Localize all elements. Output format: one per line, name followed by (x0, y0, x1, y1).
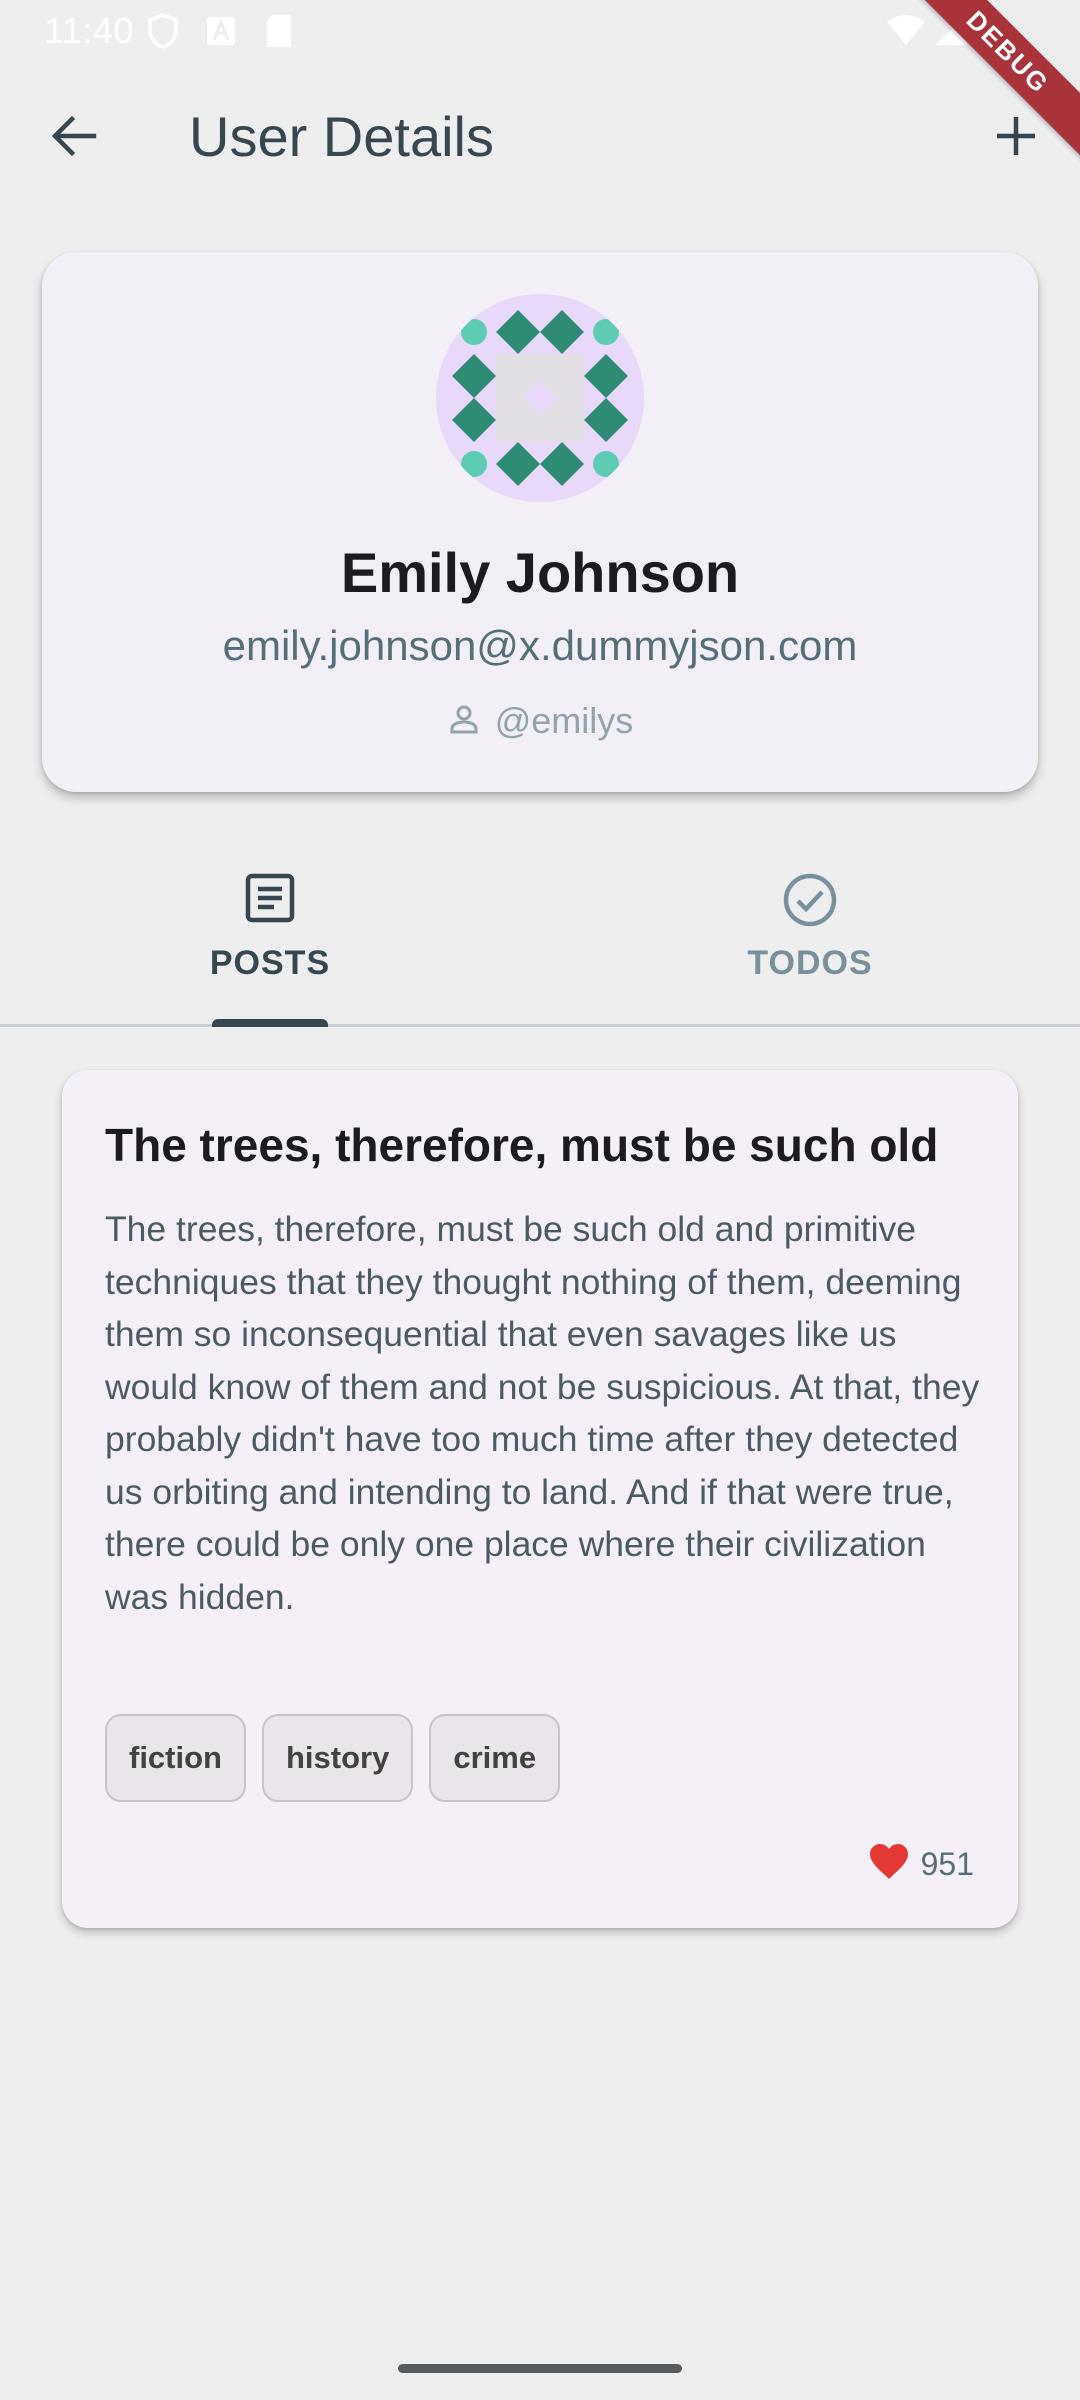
article-icon (244, 872, 296, 929)
back-button[interactable] (36, 100, 112, 176)
a-icon (206, 16, 236, 51)
likes-row: 951 (869, 1844, 974, 1885)
plus-icon (996, 116, 1036, 161)
status-time: 11:40 (44, 10, 134, 51)
tab-indicator (212, 1019, 328, 1027)
user-email: emily.johnson@x.dummyjson.com (222, 622, 858, 669)
tab-divider (0, 1024, 1080, 1027)
tab-posts-label: POSTS (209, 944, 331, 982)
tab-todos-label: TODOS (747, 944, 873, 982)
tag-chip[interactable]: fiction (105, 1714, 246, 1802)
tag-chip[interactable]: crime (429, 1714, 561, 1802)
tab-todos[interactable]: TODOS (540, 860, 1080, 1020)
tag-chip[interactable]: history (262, 1714, 414, 1802)
tags-row: fiction history crime (105, 1714, 561, 1802)
check-circle-icon (782, 872, 838, 933)
shield-icon (146, 12, 180, 55)
home-indicator[interactable] (398, 2364, 682, 2373)
sd-card-icon (264, 14, 294, 53)
add-button[interactable] (978, 100, 1054, 176)
post-title: The trees, therefore, must be such old (105, 1119, 939, 1171)
avatar (436, 294, 644, 502)
heart-icon (869, 1844, 909, 1885)
page-title: User Details (189, 105, 494, 168)
username: @emilys (494, 700, 634, 741)
wifi-icon (886, 14, 926, 51)
status-bar: 11:40 DEBUG (0, 0, 1080, 174)
tab-posts[interactable]: POSTS (0, 860, 540, 1020)
arrow-back-icon (50, 114, 98, 163)
post-body: The trees, therefore, must be such old a… (105, 1209, 980, 1617)
user-name: Emily Johnson (340, 541, 740, 604)
person-icon (447, 702, 481, 741)
username-row: @emilys (0, 700, 1080, 742)
likes-count: 951 (920, 1846, 974, 1882)
